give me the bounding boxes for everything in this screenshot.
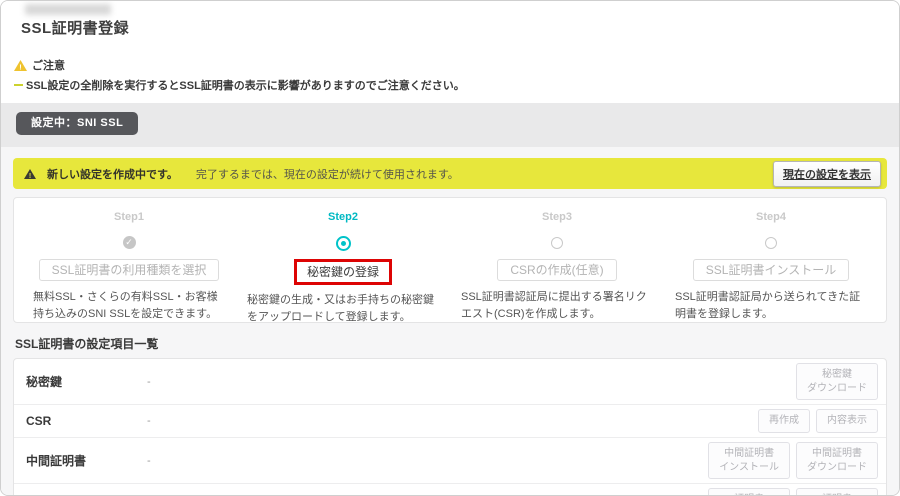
- step-todo-circle-icon: [551, 237, 563, 249]
- step-1-button-select-ssl-type[interactable]: SSL証明書の利用種類を選択: [39, 259, 220, 281]
- banner-bold-text: 新しい設定を作成中です。: [47, 166, 178, 182]
- row-value: -: [147, 455, 708, 467]
- notice-heading: ! ご注意: [14, 57, 465, 73]
- intermediate-cert-download-button[interactable]: 中間証明書ダウンロード: [796, 442, 878, 479]
- svg-text:!: !: [29, 172, 31, 178]
- step-4-button-install-certificate[interactable]: SSL証明書インストール: [693, 259, 849, 281]
- table-row-certificate: 証明書 - 証明書インストール 証明書ダウンロード: [14, 484, 886, 496]
- step-3-column: Step3 CSRの作成(任意) SSL証明書認証局に提出する署名リクエスト(C…: [450, 211, 664, 322]
- settings-list-heading: SSL証明書の設定項目一覧: [15, 335, 887, 352]
- ssl-certificate-registration-page: SSL証明書登録 ! ご注意 SSL設定の全削除を実行するとSSL証明書の表示に…: [0, 0, 900, 496]
- step-1-column: Step1 ✓ SSL証明書の利用種類を選択 無料SSL・さくらの有料SSL・お…: [22, 211, 236, 322]
- dash-bullet-icon: [14, 84, 23, 86]
- step-active-radio-icon: [336, 236, 351, 251]
- svg-text:!: !: [19, 62, 22, 70]
- notice-item-text: SSL設定の全削除を実行するとSSL証明書の表示に影響がありますのでご注意くださ…: [26, 77, 465, 93]
- private-key-download-button[interactable]: 秘密鍵ダウンロード: [796, 363, 878, 400]
- page-title: SSL証明書登録: [21, 17, 129, 38]
- table-row-private-key: 秘密鍵 - 秘密鍵ダウンロード: [14, 359, 886, 405]
- row-label: 秘密鍵: [26, 373, 147, 390]
- notice-item: SSL設定の全削除を実行するとSSL証明書の表示に影響がありますのでご注意くださ…: [14, 77, 465, 93]
- step-4-description: SSL証明書認証局から送られてきた証明書を登録します。: [675, 289, 867, 322]
- step-4-column: Step4 SSL証明書インストール SSL証明書認証局から送られてきた証明書を…: [664, 211, 878, 322]
- banner-text: 完了するまでは、現在の設定が続けて使用されます。: [196, 166, 459, 182]
- row-value: -: [147, 376, 796, 388]
- csr-recreate-button[interactable]: 再作成: [758, 409, 810, 433]
- csr-show-content-button[interactable]: 内容表示: [816, 409, 878, 433]
- status-badge: 設定中：SNI SSL: [16, 112, 138, 135]
- red-highlight-annotation-box: 秘密鍵の登録: [294, 259, 392, 285]
- step-4-label: Step4: [756, 211, 786, 223]
- table-row-csr: CSR - 再作成 内容表示: [14, 405, 886, 438]
- warning-triangle-icon: !: [14, 60, 27, 71]
- redacted-text-blur: [25, 4, 111, 15]
- notice-title: ご注意: [32, 57, 65, 73]
- status-strip: 設定中：SNI SSL: [1, 103, 899, 147]
- step-2-column: Step2 秘密鍵の登録 秘密鍵の生成・又はお手持ちの秘密鍵をアップロードして登…: [236, 211, 450, 322]
- step-todo-circle-icon: [765, 237, 777, 249]
- in-progress-banner: ! 新しい設定を作成中です。 完了するまでは、現在の設定が続けて使用されます。 …: [13, 158, 887, 189]
- main-content: ! 新しい設定を作成中です。 完了するまでは、現在の設定が続けて使用されます。 …: [1, 147, 899, 496]
- step-3-description: SSL証明書認証局に提出する署名リクエスト(CSR)を作成します。: [461, 289, 653, 322]
- certificate-download-button[interactable]: 証明書ダウンロード: [796, 488, 878, 496]
- settings-list-card: 秘密鍵 - 秘密鍵ダウンロード CSR - 再作成 内容表示: [13, 358, 887, 496]
- steps-card: Step1 ✓ SSL証明書の利用種類を選択 無料SSL・さくらの有料SSL・お…: [13, 197, 887, 323]
- show-current-settings-button[interactable]: 現在の設定を表示: [773, 161, 881, 187]
- step-done-check-icon: ✓: [123, 236, 136, 249]
- step-3-label: Step3: [542, 211, 572, 223]
- row-value: -: [147, 415, 758, 427]
- step-2-description: 秘密鍵の生成・又はお手持ちの秘密鍵をアップロードして登録します。: [247, 292, 439, 325]
- row-label: CSR: [26, 414, 147, 428]
- step-3-button-create-csr[interactable]: CSRの作成(任意): [497, 259, 616, 281]
- row-label: 中間証明書: [26, 452, 147, 469]
- step-2-label: Step2: [328, 211, 358, 223]
- certificate-install-button[interactable]: 証明書インストール: [708, 488, 790, 496]
- banner-warning-icon: !: [24, 169, 36, 179]
- intermediate-cert-install-button[interactable]: 中間証明書インストール: [708, 442, 790, 479]
- step-2-button-register-private-key[interactable]: 秘密鍵の登録: [297, 262, 389, 282]
- step-1-description: 無料SSL・さくらの有料SSL・お客様持ち込みのSNI SSLを設定できます。: [33, 289, 225, 322]
- notice-block: ! ご注意 SSL設定の全削除を実行するとSSL証明書の表示に影響がありますので…: [14, 57, 465, 93]
- step-1-label: Step1: [114, 211, 144, 223]
- table-row-intermediate-certificate: 中間証明書 - 中間証明書インストール 中間証明書ダウンロード: [14, 438, 886, 484]
- page-header: SSL証明書登録 ! ご注意 SSL設定の全削除を実行するとSSL証明書の表示に…: [1, 1, 899, 103]
